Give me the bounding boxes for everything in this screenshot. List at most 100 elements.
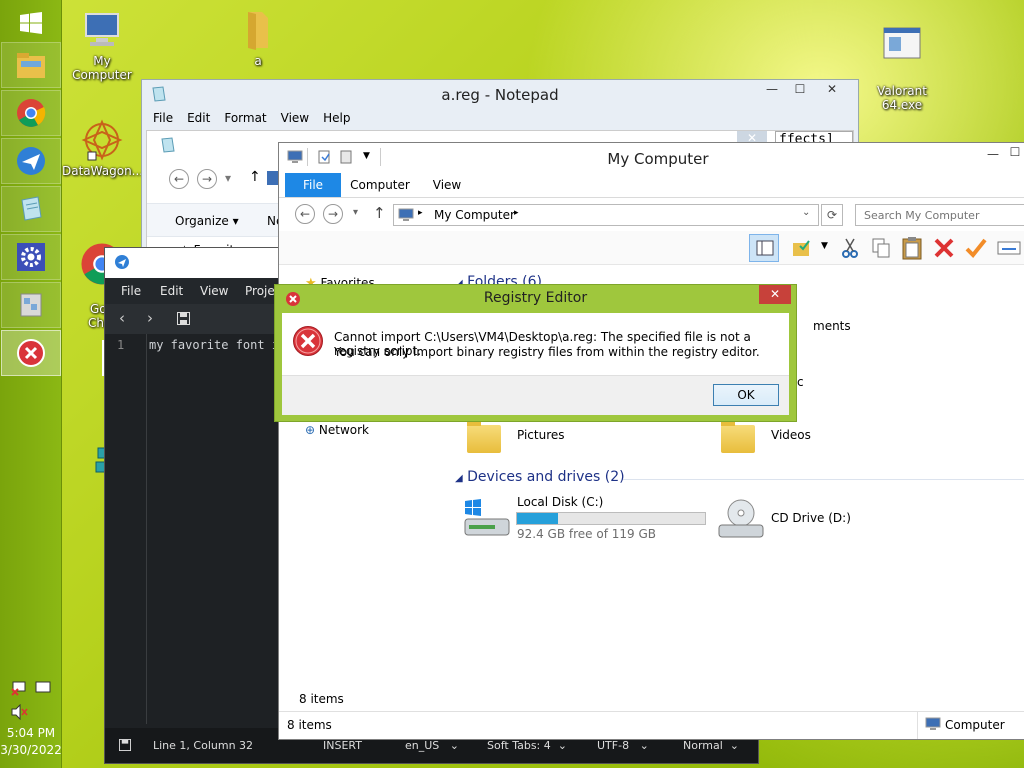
- breadcrumb-chevron-icon[interactable]: ▸: [418, 208, 423, 218]
- desktop-icon-valorant[interactable]: Valorant 64.exe: [862, 10, 942, 126]
- editor-menu-view[interactable]: View: [200, 284, 228, 298]
- taskbar-regedit-button[interactable]: [1, 282, 61, 328]
- editor-menu-edit[interactable]: Edit: [160, 284, 183, 298]
- recent-locations-icon[interactable]: ▾: [353, 207, 358, 218]
- encoding-setting[interactable]: UTF-8 ⌄: [597, 739, 649, 752]
- cd-drive-icon[interactable]: [717, 497, 765, 541]
- up-icon[interactable]: ↑: [373, 204, 386, 222]
- tab-computer[interactable]: Computer: [347, 173, 413, 197]
- drive-c-usage-fill: [517, 513, 559, 524]
- error-icon: [293, 326, 323, 356]
- volume-muted-tray-icon[interactable]: [11, 703, 29, 723]
- folder-videos[interactable]: Videos: [771, 428, 811, 442]
- search-input[interactable]: [855, 204, 1024, 226]
- folder-documents[interactable]: ments: [813, 319, 851, 333]
- tray-time[interactable]: 5:04 PM: [0, 726, 62, 740]
- desktop-icon-datawagon[interactable]: DataWagon...: [62, 118, 143, 178]
- address-text[interactable]: My Computer: [434, 208, 515, 222]
- address-dropdown-icon[interactable]: ⌄: [802, 207, 810, 218]
- chrome-icon: [17, 99, 46, 127]
- address-bar[interactable]: ▸ My Computer ▸ ⌄: [393, 204, 819, 226]
- network-tray-icon[interactable]: [11, 680, 29, 699]
- back-arrow-icon[interactable]: ‹: [119, 309, 125, 327]
- editor-menu-file[interactable]: File: [121, 284, 141, 298]
- registry-editor-dialog[interactable]: Registry Editor ✕ Cannot import C:\Users…: [274, 284, 797, 422]
- tab-view[interactable]: View: [423, 173, 471, 197]
- folder-icon: [236, 8, 280, 52]
- hard-drive-icon[interactable]: [463, 499, 511, 539]
- forward-arrow-icon[interactable]: ›: [147, 309, 153, 327]
- taskbar-app-button[interactable]: [1, 138, 61, 184]
- executable-icon: [880, 24, 924, 68]
- pictures-folder-icon[interactable]: [467, 420, 501, 453]
- desktop-icon-a-folder[interactable]: a: [218, 8, 298, 68]
- status-save-icon[interactable]: [119, 739, 131, 751]
- paste-icon[interactable]: [901, 236, 923, 260]
- desktop-icon-my-computer[interactable]: My Computer: [62, 8, 142, 82]
- inner-organize-button[interactable]: Organize ▾: [175, 214, 239, 228]
- taskbar-settings-button[interactable]: [1, 234, 61, 280]
- back-icon[interactable]: ←: [295, 204, 315, 224]
- forward-icon[interactable]: →: [323, 204, 343, 224]
- action-center-tray-icon[interactable]: [35, 680, 53, 699]
- rename-check-icon[interactable]: [965, 237, 987, 259]
- inner-toolbar: Organize ▾ Ne: [147, 203, 287, 237]
- preview-pane-button[interactable]: [749, 234, 779, 262]
- properties-toolbar-icon[interactable]: [997, 241, 1021, 257]
- spell-language[interactable]: en_US ⌄: [405, 739, 459, 752]
- scissors-icon[interactable]: [841, 237, 859, 259]
- status-location: Computer: [945, 718, 1005, 732]
- group-devices-header[interactable]: ◢ Devices and drives (2): [455, 469, 625, 485]
- tab-setting[interactable]: Soft Tabs: 4 ⌄: [487, 739, 567, 752]
- folder-music[interactable]: c: [797, 375, 804, 389]
- menu-help[interactable]: Help: [316, 111, 357, 125]
- menu-view[interactable]: View: [274, 111, 316, 125]
- editor-code-line[interactable]: my favorite font i: [149, 338, 279, 352]
- insert-mode[interactable]: INSERT: [323, 739, 362, 752]
- folder-check-icon[interactable]: [791, 237, 813, 259]
- tray-date[interactable]: 3/30/2022: [0, 743, 62, 757]
- pane-item-count: 8 items: [299, 692, 344, 706]
- explorer-window[interactable]: ▼ My Computer — ☐ File Computer View ← →…: [278, 142, 1024, 740]
- editor-menu-project[interactable]: Proje: [245, 284, 275, 298]
- refresh-icon[interactable]: ⟳: [821, 204, 843, 226]
- taskbar-notepad-button[interactable]: [1, 186, 61, 232]
- file-explorer-icon: [17, 53, 45, 78]
- drive-c-usage-bar: [516, 512, 706, 525]
- menu-edit[interactable]: Edit: [180, 111, 217, 125]
- notepad-titlebar[interactable]: a.reg - Notepad — ☐ ✕: [142, 80, 858, 108]
- taskbar-chrome-button[interactable]: [1, 90, 61, 136]
- explorer-titlebar[interactable]: ▼ My Computer — ☐: [279, 143, 1024, 173]
- drive-c-free-space: 92.4 GB free of 119 GB: [517, 527, 656, 541]
- nav-network[interactable]: ⊕ Network: [305, 423, 369, 437]
- tab-file[interactable]: File: [285, 173, 341, 197]
- copy-icon[interactable]: [871, 237, 891, 259]
- inner-dropdown-icon[interactable]: ▾: [225, 171, 231, 185]
- view-dropdown-icon[interactable]: ▼: [821, 241, 828, 251]
- ok-button[interactable]: OK: [713, 384, 779, 406]
- dialog-message-line2: You can only import binary registry file…: [334, 345, 760, 359]
- dialog-close-button[interactable]: ✕: [759, 285, 791, 304]
- computer-icon: [925, 717, 941, 730]
- inner-back-icon[interactable]: ←: [169, 169, 189, 189]
- start-button[interactable]: [1, 0, 61, 46]
- dialog-titlebar[interactable]: Registry Editor ✕: [275, 285, 796, 313]
- inner-up-icon[interactable]: ↑: [249, 169, 261, 185]
- videos-folder-icon[interactable]: [721, 420, 755, 453]
- minimize-button[interactable]: —: [758, 82, 786, 102]
- indent-setting[interactable]: Normal ⌄: [683, 739, 739, 752]
- save-icon[interactable]: [177, 312, 190, 325]
- drive-c-label[interactable]: Local Disk (C:): [517, 495, 603, 509]
- breadcrumb-chevron-icon[interactable]: ▸: [514, 208, 519, 218]
- delete-icon[interactable]: [933, 237, 955, 259]
- menu-format[interactable]: Format: [217, 111, 273, 125]
- inner-forward-icon[interactable]: →: [197, 169, 217, 189]
- taskbar-explorer-button[interactable]: [1, 42, 61, 88]
- taskbar-error-button[interactable]: [1, 330, 61, 376]
- line-number: 1: [117, 338, 125, 352]
- menu-file[interactable]: File: [146, 111, 180, 125]
- folder-pictures[interactable]: Pictures: [517, 428, 565, 442]
- explorer-maximize-button[interactable]: ☐: [1001, 145, 1024, 165]
- close-button[interactable]: ✕: [810, 82, 854, 102]
- drive-d-label[interactable]: CD Drive (D:): [771, 511, 851, 525]
